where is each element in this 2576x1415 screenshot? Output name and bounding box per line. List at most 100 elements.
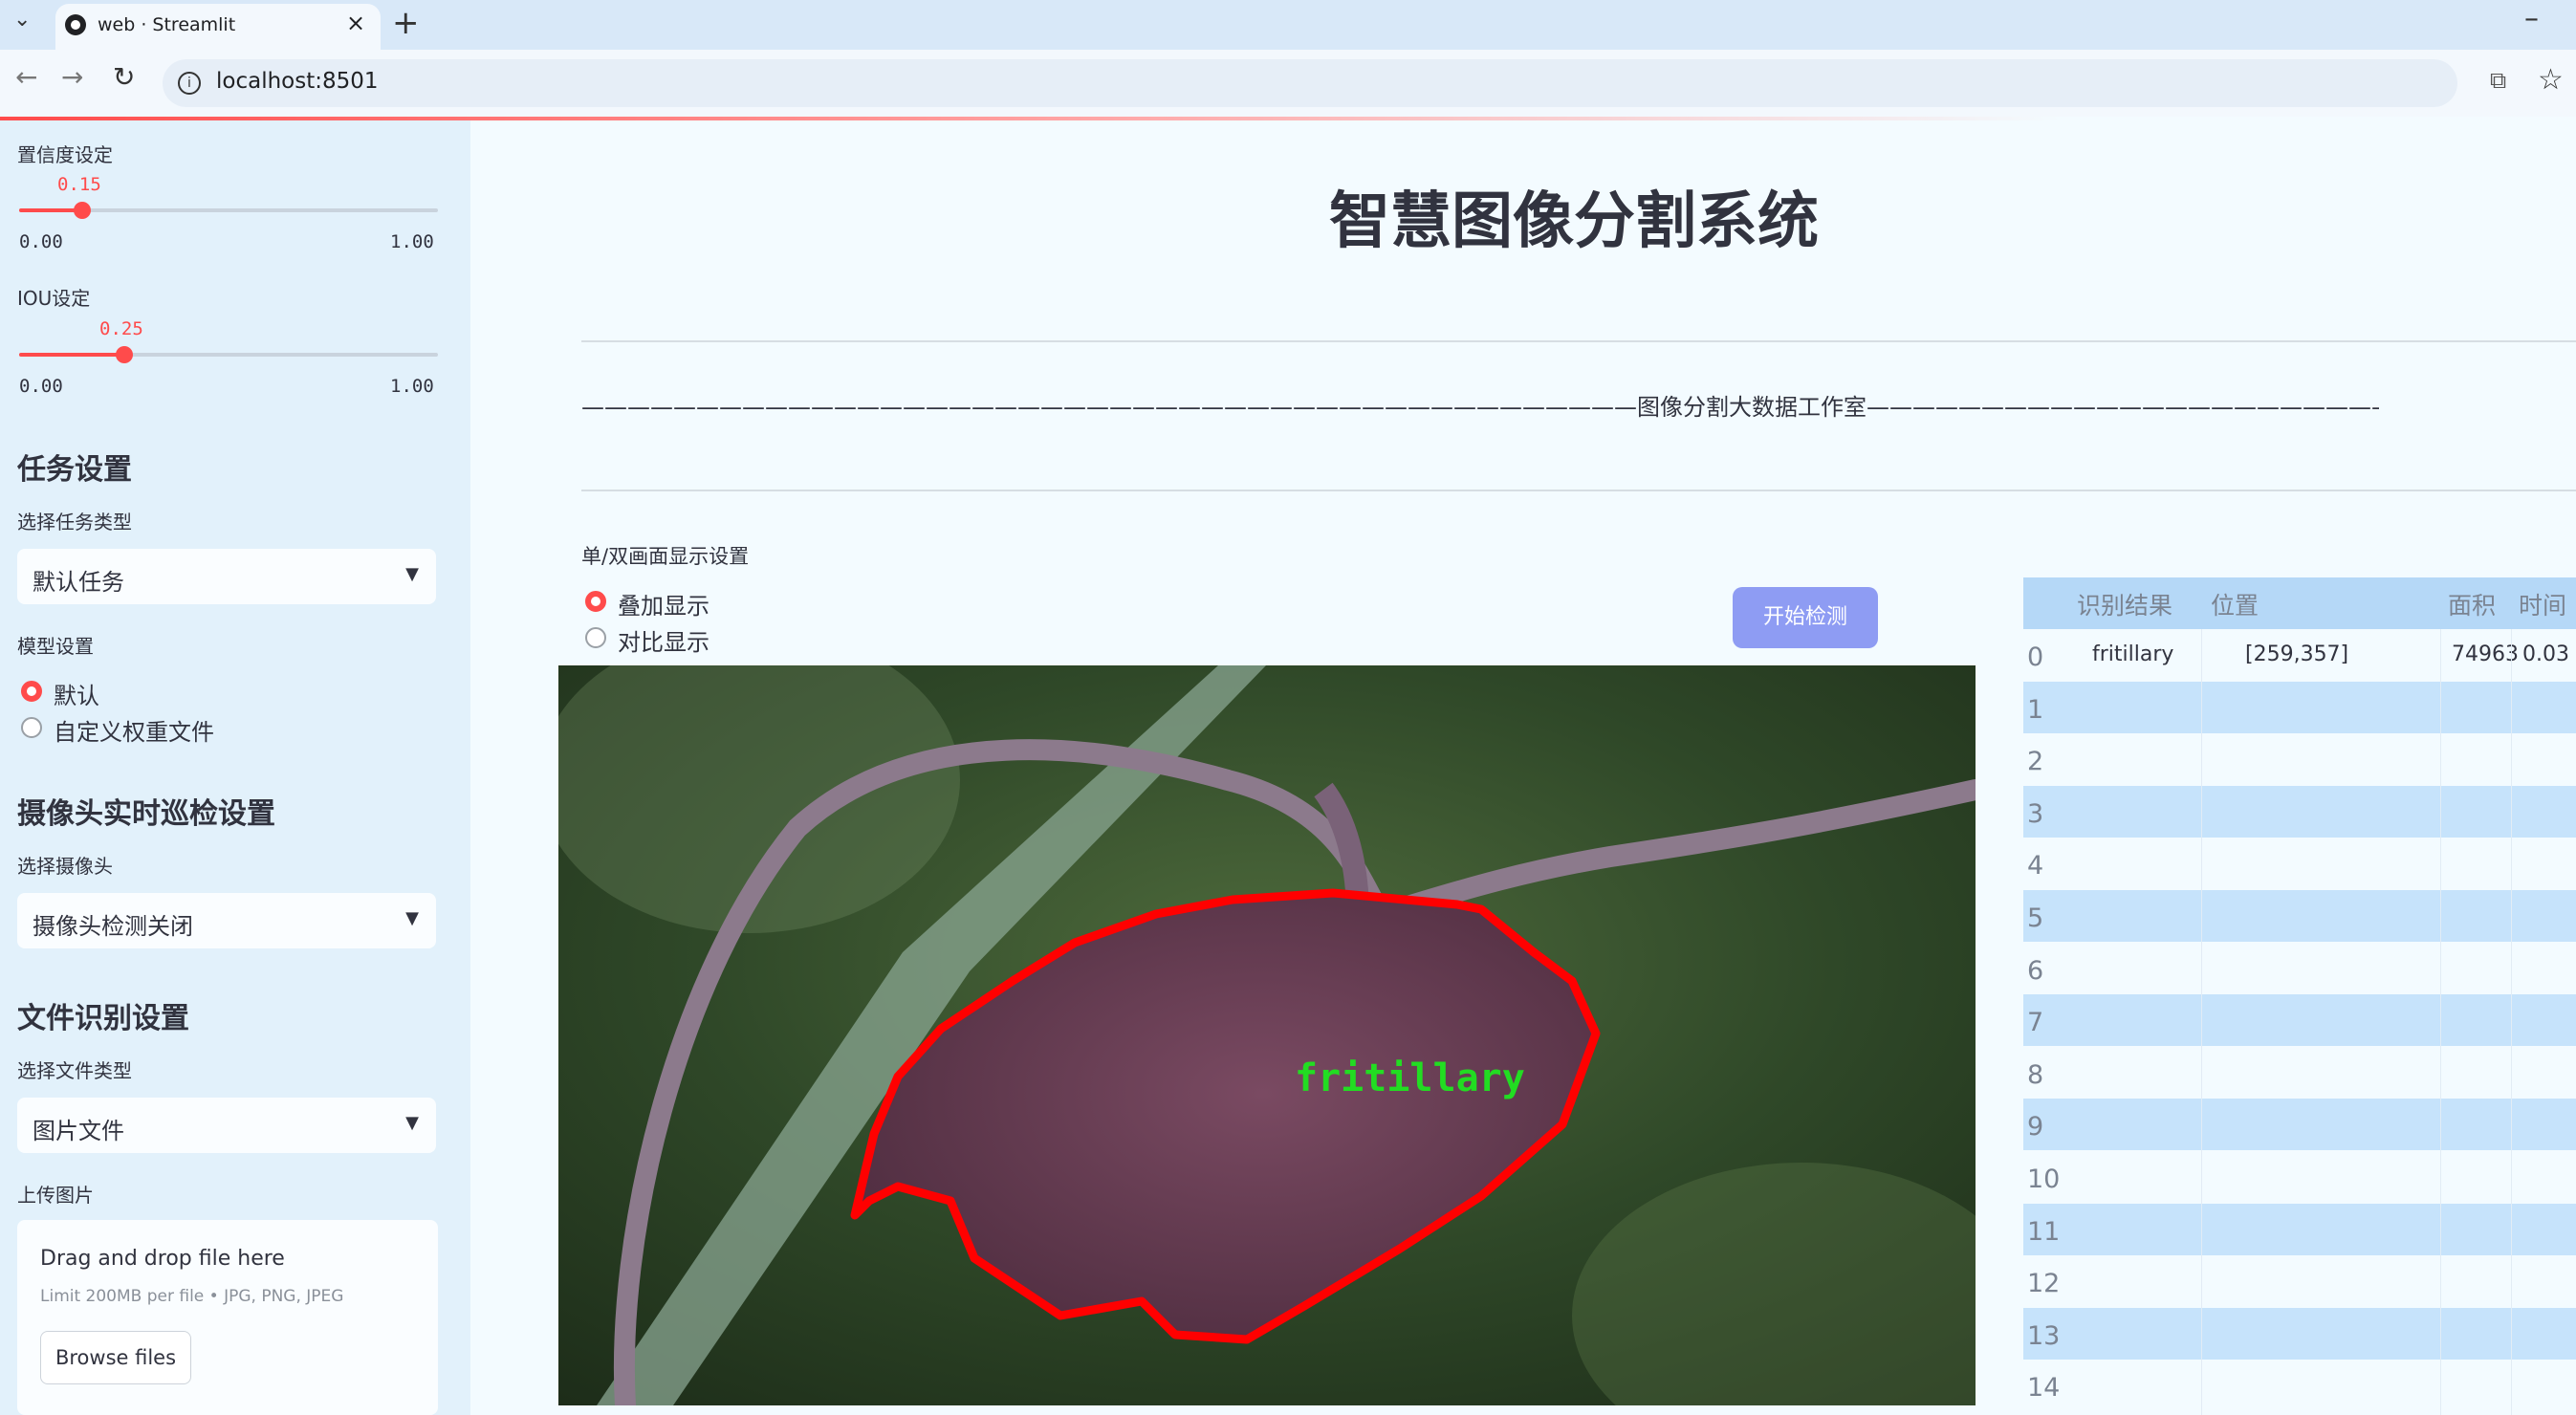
row-index: 8 bbox=[2027, 1059, 2044, 1090]
divider bbox=[581, 490, 2576, 491]
table-row[interactable]: 5 bbox=[2023, 890, 2576, 942]
table-row[interactable]: 0 fritillary [259,357] 74963 0.03 bbox=[2023, 629, 2576, 681]
cell-position: [259,357] bbox=[2245, 642, 2349, 666]
start-detection-button[interactable]: 开始检测 bbox=[1733, 587, 1878, 648]
display-radio-overlay[interactable] bbox=[585, 591, 606, 612]
table-row[interactable]: 8 bbox=[2023, 1047, 2576, 1099]
results-table[interactable]: 识别结果 位置 面积 时间 0 fritillary [259,357] 74963 0… bbox=[2023, 577, 2576, 1415]
detection-label: fritillary bbox=[1295, 1056, 1525, 1100]
chevron-down-icon: ▼ bbox=[405, 1113, 419, 1133]
col-header-result[interactable]: 识别结果 bbox=[2077, 577, 2173, 629]
iou-slider-fill bbox=[19, 353, 124, 357]
row-index: 13 bbox=[2027, 1320, 2061, 1351]
divider bbox=[581, 340, 2576, 342]
row-index: 14 bbox=[2027, 1373, 2061, 1404]
url-text[interactable]: localhost:8501 bbox=[216, 69, 379, 94]
row-index: 11 bbox=[2027, 1216, 2061, 1247]
close-tab-icon[interactable]: × bbox=[346, 10, 365, 36]
model-radio-custom[interactable] bbox=[21, 717, 42, 738]
iou-max: 1.00 bbox=[390, 376, 434, 397]
confidence-slider-fill bbox=[19, 208, 82, 212]
cell-result: fritillary bbox=[2092, 642, 2174, 666]
column-divider bbox=[2511, 629, 2512, 1415]
browser-tab[interactable]: web · Streamlit × bbox=[55, 4, 381, 50]
row-index: 1 bbox=[2027, 694, 2044, 725]
file-section-heading: 文件识别设置 bbox=[17, 1002, 189, 1035]
site-info-icon[interactable]: i bbox=[178, 72, 201, 95]
translate-icon[interactable]: ⧉ bbox=[2490, 67, 2506, 94]
table-row[interactable]: 11 bbox=[2023, 1203, 2576, 1255]
iou-label: IOU设定 bbox=[17, 287, 91, 310]
table-row[interactable]: 12 bbox=[2023, 1255, 2576, 1307]
iou-min: 0.00 bbox=[19, 376, 63, 397]
row-index: 5 bbox=[2027, 903, 2044, 933]
camera-label: 选择摄像头 bbox=[17, 855, 113, 878]
file-type-select[interactable]: 图片文件 ▼ bbox=[17, 1098, 436, 1153]
chevron-down-icon: ▼ bbox=[405, 908, 419, 928]
col-header-time[interactable]: 时间 bbox=[2519, 577, 2567, 629]
table-row[interactable]: 7 bbox=[2023, 994, 2576, 1047]
task-type-value: 默认任务 bbox=[33, 569, 124, 596]
camera-select[interactable]: 摄像头检测关闭 ▼ bbox=[17, 893, 436, 948]
row-index: 6 bbox=[2027, 955, 2044, 986]
table-row[interactable]: 2 bbox=[2023, 733, 2576, 785]
browser-tab-bar bbox=[0, 0, 2576, 50]
display-option-overlay[interactable]: 叠加显示 bbox=[618, 587, 709, 620]
cell-area: 74963 bbox=[2452, 642, 2519, 666]
model-option-default[interactable]: 默认 bbox=[54, 677, 99, 710]
page-subtitle: ————————————————————————————————————————… bbox=[581, 394, 2379, 421]
result-image: fritillary bbox=[558, 665, 1976, 1405]
upload-label: 上传图片 bbox=[17, 1184, 94, 1207]
row-index: 3 bbox=[2027, 798, 2044, 829]
chevron-down-icon: ▼ bbox=[405, 564, 419, 584]
table-row[interactable]: 6 bbox=[2023, 943, 2576, 994]
iou-slider-thumb[interactable] bbox=[115, 346, 133, 363]
tab-search-chevron-icon[interactable]: ⌄ bbox=[13, 8, 31, 32]
camera-value: 摄像头检测关闭 bbox=[33, 913, 193, 940]
row-index: 7 bbox=[2027, 1008, 2044, 1038]
row-index: 2 bbox=[2027, 747, 2044, 777]
row-index: 12 bbox=[2027, 1269, 2061, 1299]
browse-files-button[interactable]: Browse files bbox=[40, 1331, 191, 1384]
task-type-select[interactable]: 默认任务 ▼ bbox=[17, 549, 436, 604]
bookmark-star-icon[interactable]: ☆ bbox=[2538, 63, 2564, 97]
streamlit-favicon-icon bbox=[65, 14, 86, 35]
table-row[interactable]: 13 bbox=[2023, 1307, 2576, 1360]
row-index: 0 bbox=[2027, 642, 2044, 672]
back-arrow-icon[interactable]: ← bbox=[15, 61, 37, 93]
display-mode-label: 单/双画面显示设置 bbox=[581, 545, 750, 568]
reload-icon[interactable]: ↻ bbox=[113, 61, 135, 93]
task-section-heading: 任务设置 bbox=[17, 453, 132, 487]
display-radio-compare[interactable] bbox=[585, 627, 606, 648]
row-index: 9 bbox=[2027, 1112, 2044, 1143]
tab-title: web · Streamlit bbox=[98, 14, 236, 35]
display-option-compare[interactable]: 对比显示 bbox=[618, 623, 709, 657]
column-divider bbox=[2440, 629, 2441, 1415]
model-radio-default[interactable] bbox=[21, 681, 42, 702]
new-tab-icon[interactable]: + bbox=[392, 4, 420, 42]
forward-arrow-icon[interactable]: → bbox=[61, 61, 83, 93]
minimize-window-icon[interactable]: – bbox=[2524, 2, 2539, 35]
col-header-area[interactable]: 面积 bbox=[2448, 577, 2497, 629]
table-row[interactable]: 10 bbox=[2023, 1151, 2576, 1203]
dropzone-limit: Limit 200MB per file • JPG, PNG, JPEG bbox=[40, 1287, 344, 1306]
table-row[interactable]: 3 bbox=[2023, 785, 2576, 838]
table-row[interactable]: 1 bbox=[2023, 681, 2576, 733]
model-option-custom[interactable]: 自定义权重文件 bbox=[54, 713, 214, 747]
column-divider bbox=[2201, 629, 2202, 1415]
table-row[interactable]: 9 bbox=[2023, 1099, 2576, 1151]
confidence-value: 0.15 bbox=[57, 174, 101, 195]
model-label: 模型设置 bbox=[17, 635, 94, 658]
page-title: 智慧图像分割系统 bbox=[1329, 186, 1819, 257]
confidence-label: 置信度设定 bbox=[17, 143, 113, 166]
cell-time: 0.03 bbox=[2522, 642, 2569, 666]
confidence-max: 1.00 bbox=[390, 231, 434, 252]
file-type-label: 选择文件类型 bbox=[17, 1059, 132, 1082]
col-header-position[interactable]: 位置 bbox=[2211, 577, 2259, 629]
url-input[interactable] bbox=[163, 59, 2457, 107]
confidence-slider-thumb[interactable] bbox=[73, 202, 91, 219]
table-row[interactable]: 14 bbox=[2023, 1360, 2576, 1411]
iou-value: 0.25 bbox=[99, 318, 143, 339]
dropzone-title: Drag and drop file here bbox=[40, 1247, 285, 1271]
table-row[interactable]: 4 bbox=[2023, 838, 2576, 889]
